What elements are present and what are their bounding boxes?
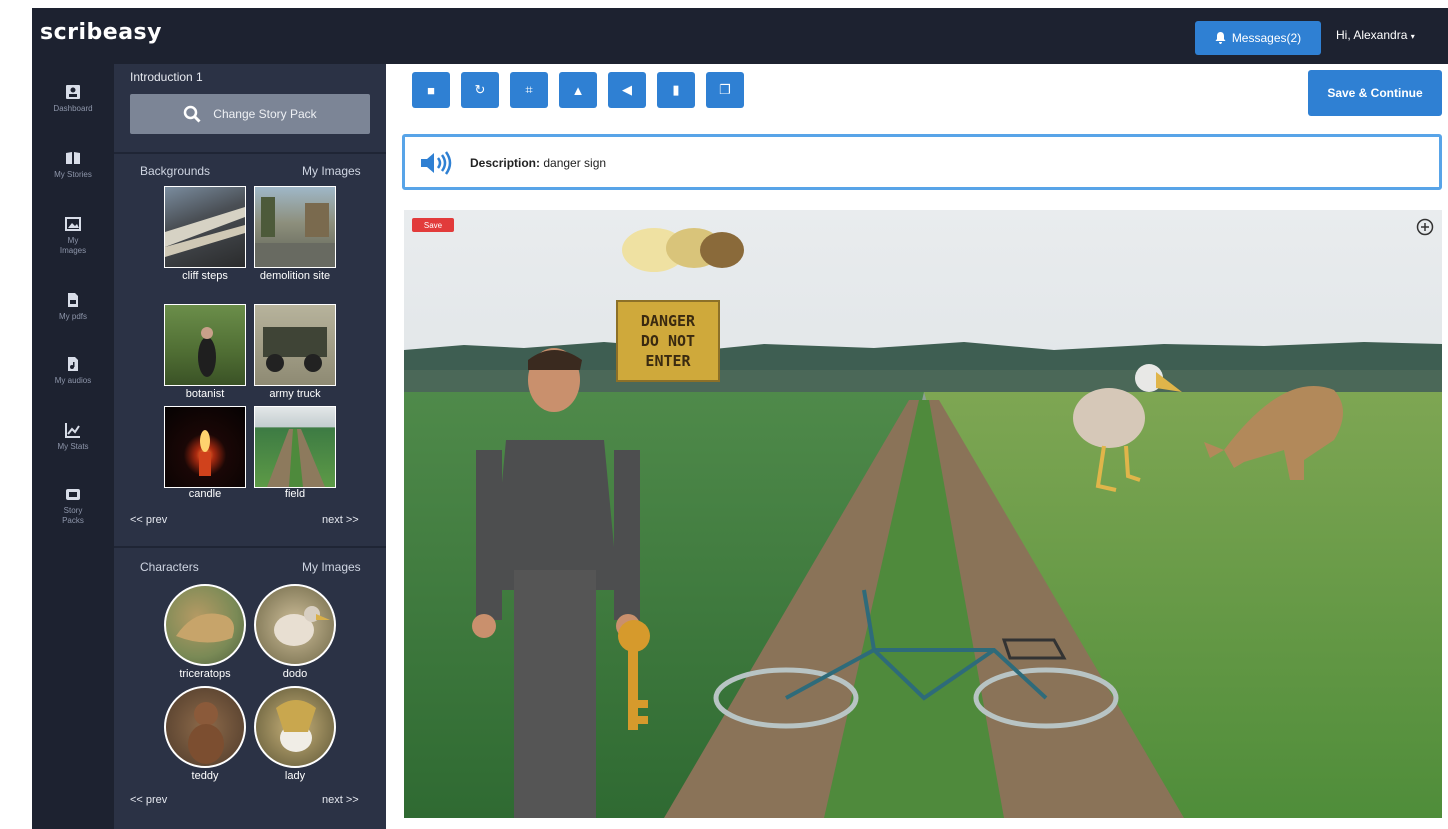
character-thumb-dodo[interactable] [254, 584, 336, 666]
caret-down-icon: ▾ [1410, 32, 1415, 41]
messages-button[interactable]: Messages(2) [1195, 21, 1321, 55]
rail-item-my-stats[interactable]: My Stats [32, 422, 114, 452]
rail-item-my-stories[interactable]: My Stories [32, 150, 114, 180]
characters-prev-link[interactable]: << prev [130, 794, 167, 806]
image-icon [65, 217, 81, 231]
botanist-image [198, 327, 216, 377]
lady-image [276, 700, 316, 752]
character-thumb-triceratops[interactable] [164, 584, 246, 666]
character-label: teddy [191, 770, 219, 782]
copy-icon: ❐ [719, 82, 731, 97]
story-canvas[interactable]: DANGER DO NOT ENTER Save [404, 210, 1442, 818]
backgrounds-my-images-link[interactable]: My Images [302, 164, 361, 178]
pack-icon [66, 489, 80, 500]
book-icon [66, 152, 80, 164]
bring-front-icon: ▮ [672, 82, 680, 97]
character-label: triceratops [179, 668, 231, 680]
army-truck-image [263, 327, 327, 372]
user-greeting: Hi, Alexandra [1336, 28, 1408, 42]
character-label: dodo [282, 668, 308, 680]
characters-my-images-link[interactable]: My Images [302, 560, 361, 574]
scene-background-field [404, 210, 1442, 818]
audio-icon [68, 357, 78, 371]
demolition-site-image [255, 197, 335, 267]
teddy-image [188, 702, 224, 764]
background-thumb-cliff-steps[interactable] [164, 186, 246, 268]
speaker-icon[interactable] [419, 150, 455, 176]
search-icon [184, 105, 201, 123]
background-thumb-candle[interactable] [164, 406, 246, 488]
bell-icon [1215, 32, 1226, 44]
backgrounds-next-link[interactable]: next >> [322, 514, 359, 526]
background-label: botanist [185, 388, 225, 400]
delete-icon: ■ [427, 82, 435, 98]
resize-icon: ⌗ [525, 82, 533, 97]
redo-button[interactable]: ↻ [461, 72, 499, 108]
backgrounds-prev-link[interactable]: << prev [130, 514, 167, 526]
background-thumb-demolition-site[interactable] [254, 186, 336, 268]
delete-button[interactable]: ■ [412, 72, 450, 108]
character-thumb-teddy[interactable] [164, 686, 246, 768]
dashboard-icon [66, 85, 80, 99]
bring-front-button[interactable]: ▮ [657, 72, 695, 108]
pdf-icon [68, 293, 78, 307]
background-label: army truck [269, 388, 321, 400]
background-thumb-botanist[interactable] [164, 304, 246, 386]
triceratops-image [176, 613, 234, 643]
background-label: candle [188, 488, 222, 500]
danger-sign-sprite[interactable]: DANGER DO NOT ENTER [616, 300, 720, 382]
rail-item-my-images[interactable]: My Images [32, 216, 114, 256]
rail-item-my-audios[interactable]: My audios [32, 356, 114, 386]
background-thumb-field[interactable] [254, 406, 336, 488]
field-image [267, 429, 325, 487]
sign-line: ENTER [645, 352, 691, 370]
copy-button[interactable]: ❐ [706, 72, 744, 108]
rail-item-story-packs[interactable]: Story Packs [32, 486, 114, 526]
divider [114, 546, 386, 548]
redo-icon: ↻ [474, 82, 486, 97]
background-thumb-army-truck[interactable] [254, 304, 336, 386]
assets-panel: Introduction 1 Change Story Pack Backgro… [114, 64, 386, 829]
app-logo[interactable]: scribeasy [40, 20, 162, 45]
zoom-in-icon[interactable] [1416, 218, 1434, 236]
story-pack-title: Introduction 1 [130, 70, 203, 84]
icon-rail: Dashboard My Stories My Images My pdfs M… [32, 64, 114, 829]
rail-item-my-pdfs[interactable]: My pdfs [32, 292, 114, 322]
flip-button[interactable]: ▲ [559, 72, 597, 108]
backgrounds-label: Backgrounds [140, 164, 211, 178]
top-navbar: scribeasy Messages(2) Hi, Alexandra ▾ [32, 8, 1448, 64]
description-bar: Description: danger sign [402, 134, 1442, 190]
background-label: demolition site [259, 270, 331, 282]
change-story-pack-button[interactable]: Change Story Pack [130, 94, 370, 134]
user-menu[interactable]: Hi, Alexandra ▾ [1336, 28, 1415, 42]
characters-label: Characters [140, 560, 199, 574]
sign-line: DANGER [640, 312, 696, 330]
character-thumb-lady[interactable] [254, 686, 336, 768]
send-back-icon: ◀ [622, 82, 632, 97]
messages-label: Messages(2) [1231, 31, 1302, 45]
background-label: cliff steps [182, 270, 228, 282]
character-label: lady [284, 770, 306, 782]
sign-line: DO NOT [640, 332, 696, 350]
resize-button[interactable]: ⌗ [510, 72, 548, 108]
dodo-image [274, 606, 330, 646]
candle-image [199, 430, 211, 476]
background-label: field [284, 488, 306, 500]
characters-next-link[interactable]: next >> [322, 794, 359, 806]
stats-icon [65, 423, 80, 438]
flip-icon: ▲ [571, 82, 585, 98]
rail-item-dashboard[interactable]: Dashboard [32, 84, 114, 114]
pinterest-save-badge[interactable]: Save [412, 218, 454, 232]
divider [114, 152, 386, 154]
send-back-button[interactable]: ◀ [608, 72, 646, 108]
save-continue-button[interactable]: Save & Continue [1308, 70, 1442, 116]
description-text: Description: danger sign [470, 156, 607, 170]
explosion-sprite [622, 228, 744, 272]
cliff-steps-image [165, 207, 245, 257]
app-window: scribeasy Messages(2) Hi, Alexandra ▾ Da… [32, 8, 1448, 829]
